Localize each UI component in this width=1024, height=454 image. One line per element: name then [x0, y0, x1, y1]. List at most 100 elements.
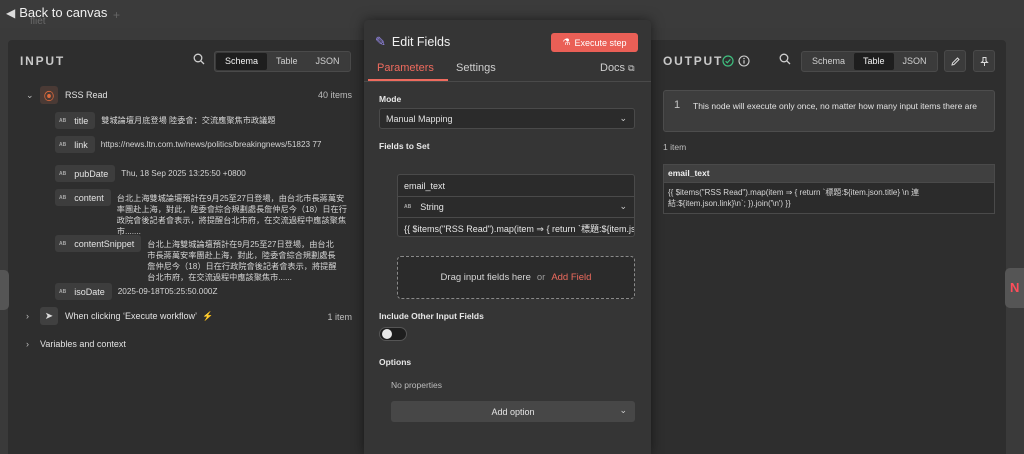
drop-or: or [536, 272, 546, 283]
schema-field-isodate[interactable]: AB isoDate 2025-09-18T05:25:50.000Z [55, 283, 318, 300]
output-tab-table[interactable]: Table [854, 53, 894, 70]
mode-value: Manual Mapping [386, 113, 453, 124]
schema-field-pubdate[interactable]: AB pubDate Thu, 18 Sep 2025 13:25:50 +080… [55, 165, 321, 182]
field-value: 2025-09-18T05:25:50.000Z [117, 287, 218, 296]
input-title: INPUT [20, 54, 65, 68]
chevron-down-icon: ⌄ [619, 113, 627, 123]
output-table: email_text {{ $items("RSS Read").map(ite… [663, 164, 995, 214]
string-type-icon: AB [59, 240, 67, 247]
output-view-toggle: Schema Table JSON [801, 51, 938, 72]
field-assignment: email_text AB String ⌄ {{ $items("RSS Re… [397, 174, 635, 237]
trigger-node-name: When clicking ‘Execute workflow’ [65, 311, 198, 321]
output-tab-schema[interactable]: Schema [803, 53, 854, 70]
add-option-label: Add option [491, 406, 535, 417]
modal-title[interactable]: Edit Fields [392, 35, 450, 49]
field-value: Thu, 18 Sep 2025 13:25:50 +0800 [121, 169, 246, 178]
input-tab-table[interactable]: Table [267, 53, 307, 70]
schema-field-link[interactable]: AB link https://news.ltn.com.tw/news/poli… [55, 136, 354, 153]
execute-step-label: Execute step [574, 37, 627, 48]
flask-icon: ⚗ [562, 37, 571, 47]
field-name-input[interactable]: email_text [398, 175, 634, 196]
field-value: https://news.ltn.com.tw/news/politics/br… [100, 140, 322, 149]
pin-icon[interactable] [973, 50, 995, 72]
notice-number: 1 [674, 99, 681, 111]
arrow-left-icon: ◀ [6, 5, 16, 20]
field-value: 台北上海雙城論壇預計在9月25至27日登場，由台北市長蔣萬安率團赴上海，對此，陸… [116, 194, 347, 236]
field-name: link [74, 139, 88, 150]
field-type-value: String [420, 202, 444, 212]
output-title: OUTPUT [663, 54, 724, 68]
add-field-link[interactable]: Add Field [551, 272, 591, 283]
add-option-button[interactable]: Add option ⌄ [391, 401, 635, 422]
external-link-icon: ⧉ [628, 63, 635, 73]
tab-parameters[interactable]: Parameters [377, 62, 434, 74]
back-to-canvas-button[interactable]: ◀ Back to canvas [6, 5, 107, 20]
toggle-knob [382, 329, 392, 339]
table-cell[interactable]: {{ $items("RSS Read").map(item ⇒ { retur… [664, 182, 994, 213]
field-type-select[interactable]: AB String ⌄ [398, 196, 634, 217]
field-name: content [74, 192, 104, 203]
no-properties-text: No properties [391, 380, 443, 390]
rss-node-row[interactable]: ⌄ ⦿ RSS Read [26, 86, 108, 104]
input-tab-schema[interactable]: Schema [216, 53, 268, 70]
output-panel: OUTPUT Schema Table JSON 1 This node wil… [650, 40, 1006, 454]
execute-step-button[interactable]: ⚗ Execute step [551, 33, 638, 52]
rss-icon: ⦿ [40, 86, 58, 104]
panel-drag-handle[interactable] [0, 270, 9, 310]
tab-settings[interactable]: Settings [456, 62, 496, 74]
table-header-email-text: email_text [664, 165, 994, 182]
input-view-toggle: Schema Table JSON [214, 51, 351, 72]
chevron-right-icon[interactable]: › [26, 339, 40, 349]
edit-fields-modal: ✎ Edit Fields ⚗ Execute step Parameters … [364, 20, 651, 454]
field-name: title [74, 115, 89, 126]
drop-zone[interactable]: Drag input fields here or Add Field [397, 256, 635, 299]
schema-field-contentsnippet[interactable]: AB contentSnippet 台北上海雙城論壇預計在9月25至27日登場，由… [55, 235, 339, 283]
chevron-right-icon[interactable]: › [26, 311, 40, 321]
chevron-down-icon: ⌄ [619, 405, 627, 415]
options-label: Options [379, 357, 412, 367]
tab-divider [364, 81, 651, 82]
schema-field-content[interactable]: AB content 台北上海雙城論壇預計在9月25至27日登場，由台北市長蔣萬安… [55, 189, 349, 237]
search-icon[interactable] [779, 53, 791, 68]
node-switcher-handle[interactable]: N [1005, 268, 1024, 308]
string-type-icon: AB [59, 170, 67, 177]
field-value: 台北上海雙城論壇預計在9月25至27日登場，由台北市長蔣萬安率團赴上海，對此，陸… [147, 240, 337, 282]
fields-to-set-label: Fields to Set [379, 141, 430, 151]
chevron-down-icon[interactable]: ⌄ [26, 90, 40, 101]
field-value-input[interactable]: {{ $items("RSS Read").map(item ⇒ { retur… [398, 217, 634, 238]
string-type-icon: AB [59, 141, 67, 148]
output-item-count: 1 item [663, 142, 687, 152]
input-panel: INPUT Schema Table JSON ⌄ ⦿ RSS Read 40 … [8, 40, 365, 454]
notice-text: This node will execute only once, no mat… [693, 101, 977, 111]
variables-row[interactable]: › Variables and context [26, 339, 126, 349]
trigger-node-row[interactable]: › ➤ When clicking ‘Execute workflow’ ⚡ [26, 307, 213, 325]
string-type-icon: AB [59, 194, 67, 201]
input-tab-json[interactable]: JSON [307, 53, 349, 70]
field-name: contentSnippet [74, 238, 135, 249]
string-type-icon: AB [59, 117, 67, 124]
docs-link[interactable]: Docs ⧉ [600, 62, 635, 74]
variables-label: Variables and context [40, 339, 126, 349]
check-circle-icon [722, 54, 734, 72]
pencil-icon: ✎ [375, 34, 386, 49]
schema-field-title[interactable]: AB title 雙城論壇月底登場 陸委會：交流應聚焦市政議題 [55, 112, 331, 129]
docs-label: Docs [600, 62, 626, 74]
output-tab-json[interactable]: JSON [894, 53, 936, 70]
rss-item-count: 40 items [317, 90, 352, 100]
mode-label: Mode [379, 94, 402, 104]
search-icon[interactable] [193, 53, 205, 68]
lightning-icon: ⚡ [202, 310, 214, 321]
include-other-toggle[interactable] [379, 327, 407, 341]
trigger-item-count: 1 item [327, 312, 352, 322]
field-name: isoDate [74, 286, 105, 297]
mode-select[interactable]: Manual Mapping ⌄ [379, 108, 635, 129]
execute-once-notice: 1 This node will execute only once, no m… [663, 90, 995, 132]
string-type-icon: AB [404, 204, 412, 210]
n8n-logo-icon: N [1010, 280, 1020, 295]
info-icon[interactable] [738, 54, 750, 72]
field-name: pubDate [74, 168, 109, 179]
pencil-icon[interactable] [944, 50, 966, 72]
add-tab-icon[interactable]: + [113, 8, 120, 22]
modal-header: ✎ Edit Fields [375, 34, 450, 50]
field-value: 雙城論壇月底登場 陸委會：交流應聚焦市政議題 [101, 116, 276, 125]
